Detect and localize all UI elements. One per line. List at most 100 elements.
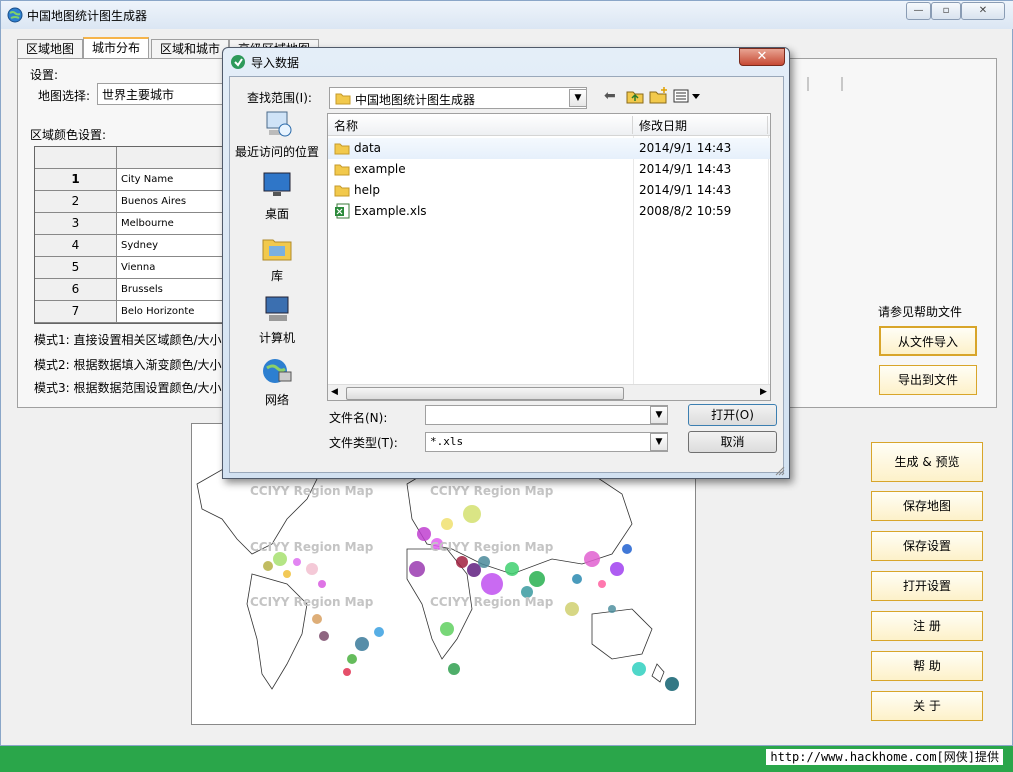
file-date: 2008/8/2 10:59 bbox=[639, 204, 732, 218]
save-map-button[interactable]: 保存地图 bbox=[871, 491, 983, 521]
grid-city-cell[interactable]: Buenos Aires bbox=[117, 191, 225, 213]
filetype-select[interactable]: *.xls ▼ bbox=[425, 432, 668, 452]
grid-column-header[interactable] bbox=[117, 147, 225, 169]
file-date: 2014/9/1 14:43 bbox=[639, 141, 732, 155]
generate-preview-button[interactable]: 生成 & 预览 bbox=[871, 442, 983, 482]
file-date: 2014/9/1 14:43 bbox=[639, 162, 732, 176]
tab-city-distribution[interactable]: 城市分布 bbox=[83, 37, 150, 59]
file-name: Example.xls bbox=[354, 204, 427, 218]
scroll-left-icon[interactable]: ◀ bbox=[331, 387, 338, 397]
grid-row-number[interactable]: 4 bbox=[35, 235, 117, 257]
lookin-select[interactable]: 中国地图统计图生成器 ▼ bbox=[329, 87, 587, 109]
watermark-text: CCIYY Region Map bbox=[430, 540, 554, 554]
grid-city-cell[interactable]: Melbourne bbox=[117, 213, 225, 235]
help-note: 请参见帮助文件 bbox=[878, 305, 963, 319]
grid-row-number[interactable]: 3 bbox=[35, 213, 117, 235]
file-list[interactable]: 名称修改日期类 data2014/9/1 14:43example2014/9/… bbox=[327, 113, 771, 401]
computer-icon bbox=[265, 296, 289, 321]
folder-icon bbox=[334, 164, 350, 176]
grid-city-cell[interactable]: Vienna bbox=[117, 257, 225, 279]
import-from-file-button[interactable]: 从文件导入 bbox=[879, 326, 977, 356]
cancel-button[interactable]: 取消 bbox=[688, 431, 777, 453]
scroll-right-icon[interactable]: ▶ bbox=[760, 387, 767, 397]
open-settings-button[interactable]: 打开设置 bbox=[871, 571, 983, 601]
excel-file-icon bbox=[335, 203, 350, 219]
back-icon[interactable]: ⬅ bbox=[604, 88, 616, 104]
export-to-file-button[interactable]: 导出到文件 bbox=[879, 365, 977, 395]
chevron-down-icon[interactable]: ▼ bbox=[569, 89, 587, 107]
watermark-text: CCIYY Region Map bbox=[250, 484, 374, 498]
library-icon bbox=[262, 239, 292, 261]
up-folder-icon[interactable] bbox=[626, 88, 644, 104]
file-name: help bbox=[354, 183, 380, 197]
grid-row-number[interactable]: 5 bbox=[35, 257, 117, 279]
import-dialog: 导入数据 ✕ 查找范围(I): 中国地图统计图生成器 ▼ ⬅ 最近访问的位置 桌… bbox=[222, 47, 790, 479]
file-name: example bbox=[354, 162, 406, 176]
tab-region-and-city[interactable]: 区域和城市 bbox=[151, 39, 230, 59]
window-close-button[interactable]: ✕ bbox=[961, 2, 1005, 20]
column-header[interactable]: 名称 bbox=[334, 117, 358, 134]
recent-icon bbox=[266, 111, 292, 137]
grid-row-number[interactable]: 6 bbox=[35, 279, 117, 301]
map-select[interactable]: 世界主要城市 bbox=[97, 83, 227, 105]
filename-input[interactable]: ▼ bbox=[425, 405, 668, 425]
file-row[interactable]: data 2014/9/1 14:43 bbox=[328, 138, 770, 159]
file-list-header: 名称修改日期类 bbox=[328, 114, 770, 136]
file-row[interactable]: help 2014/9/1 14:43 bbox=[328, 180, 770, 201]
grid-city-cell[interactable]: Belo Horizonte bbox=[117, 301, 225, 323]
grid-row-number[interactable]: 7 bbox=[35, 301, 117, 323]
file-row[interactable]: Example.xls 2008/8/2 10:59 bbox=[328, 201, 770, 222]
tab-region-map[interactable]: 区域地图 bbox=[17, 39, 84, 59]
status-bar: http://www.hackhome.com[网侠]提供 bbox=[0, 746, 1013, 772]
file-row[interactable]: example 2014/9/1 14:43 bbox=[328, 159, 770, 180]
place-desktop[interactable]: 桌面 bbox=[231, 170, 323, 232]
horizontal-scrollbar[interactable]: ◀ ▶ bbox=[328, 384, 770, 400]
place-label: 网络 bbox=[264, 393, 289, 407]
save-settings-button[interactable]: 保存设置 bbox=[871, 531, 983, 561]
place-label: 桌面 bbox=[264, 207, 289, 221]
color-grid[interactable]: 1 City Name 2 Buenos Aires 3 Melbourne 4 Sydney… bbox=[34, 146, 225, 324]
open-button[interactable]: 打开(O) bbox=[688, 404, 777, 426]
register-button[interactable]: 注 册 bbox=[871, 611, 983, 641]
grid-row-number[interactable]: 2 bbox=[35, 191, 117, 213]
grid-city-cell[interactable]: Sydney bbox=[117, 235, 225, 257]
scrollbar-thumb[interactable] bbox=[346, 387, 624, 400]
watermark-text: CCIYY Region Map bbox=[250, 540, 374, 554]
network-icon bbox=[263, 359, 292, 383]
mode-1-text: 模式1: 直接设置相关区域颜色/大小 bbox=[34, 333, 222, 347]
place-recent[interactable]: 最近访问的位置 bbox=[231, 108, 323, 170]
title-bar: 中国地图统计图生成器 — ▫ ✕ bbox=[1, 1, 1013, 29]
grid-corner[interactable] bbox=[35, 147, 117, 169]
column-header[interactable]: 修改日期 bbox=[639, 117, 687, 134]
map-select-label: 地图选择: bbox=[38, 89, 91, 103]
filename-label: 文件名(N): bbox=[329, 411, 388, 425]
column-separator[interactable] bbox=[632, 116, 633, 134]
new-folder-icon[interactable] bbox=[649, 86, 669, 104]
help-button[interactable]: 帮 助 bbox=[871, 651, 983, 681]
slider-ticks bbox=[807, 77, 843, 91]
globe-icon bbox=[7, 7, 23, 23]
settings-label: 设置: bbox=[30, 68, 59, 82]
place-network[interactable]: 网络 bbox=[231, 356, 323, 418]
chevron-down-icon[interactable]: ▼ bbox=[650, 406, 668, 424]
view-menu-icon[interactable] bbox=[673, 89, 701, 103]
folder-icon bbox=[335, 93, 351, 105]
minimize-button[interactable]: — bbox=[906, 2, 931, 20]
place-computer[interactable]: 计算机 bbox=[231, 294, 323, 356]
place-library[interactable]: 库 bbox=[231, 232, 323, 294]
mode-3-text: 模式3: 根据数据范围设置颜色/大小 bbox=[34, 381, 222, 395]
dialog-close-button[interactable]: ✕ bbox=[739, 48, 785, 66]
grid-city-cell[interactable]: City Name bbox=[117, 169, 225, 191]
color-settings-label: 区域颜色设置: bbox=[30, 128, 107, 142]
watermark-text: CCIYY Region Map bbox=[430, 595, 554, 609]
chevron-down-icon[interactable]: ▼ bbox=[650, 433, 668, 451]
resize-grip-icon[interactable] bbox=[775, 466, 785, 476]
about-button[interactable]: 关 于 bbox=[871, 691, 983, 721]
grid-row-number[interactable]: 1 bbox=[35, 169, 117, 191]
column-separator[interactable] bbox=[767, 116, 768, 134]
grid-city-cell[interactable]: Brussels bbox=[117, 279, 225, 301]
import-icon bbox=[231, 55, 245, 69]
maximize-button[interactable]: ▫ bbox=[931, 2, 961, 20]
place-label: 库 bbox=[270, 269, 283, 283]
file-name: data bbox=[354, 141, 382, 155]
